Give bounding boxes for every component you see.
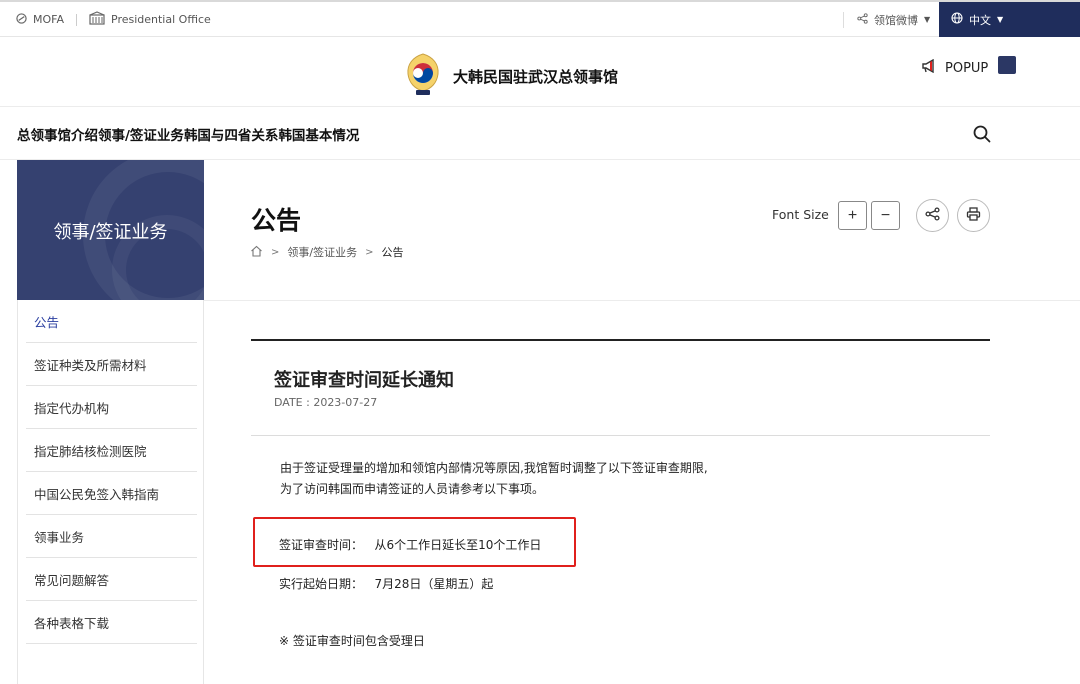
nav-item-korea-basics[interactable]: 韩国基本情况 xyxy=(278,124,359,144)
weibo-link[interactable]: 领馆微博 ▼ xyxy=(857,2,930,37)
paragraph-line: 为了访问韩国而申请签证的人员请参考以下事项。 xyxy=(280,482,545,496)
font-increase-button[interactable]: + xyxy=(838,201,867,230)
share-icon xyxy=(857,12,868,27)
page-title: 公告 xyxy=(251,206,302,235)
emblem-icon xyxy=(403,51,443,101)
nav-item-korea-relations[interactable]: 韩国与四省关系 xyxy=(184,124,279,144)
home-icon[interactable] xyxy=(250,245,263,260)
font-decrease-button[interactable]: − xyxy=(871,201,900,230)
share-icon xyxy=(925,207,940,224)
article-title: 签证审查时间延长通知 xyxy=(274,370,454,391)
divider xyxy=(251,435,990,436)
sidebar-item-notice[interactable]: 公告 xyxy=(26,300,197,343)
review-time-row: 签证审查时间： 从6个工作日延长至10个工作日 xyxy=(279,536,541,553)
sidebar-menu: 公告 签证种类及所需材料 指定代办机构 指定肺结核检测医院 中国公民免签入韩指南… xyxy=(17,300,204,684)
mofa-icon xyxy=(16,12,27,27)
search-icon[interactable] xyxy=(972,124,992,144)
sidebar-banner-title: 领事/签证业务 xyxy=(53,222,168,243)
article-top-border xyxy=(251,339,990,341)
megaphone-icon xyxy=(921,58,937,77)
print-button[interactable] xyxy=(957,199,990,232)
popup-count-badge xyxy=(998,56,1017,74)
presidential-office-icon xyxy=(89,11,105,28)
breadcrumb: > 领事/签证业务 > 公告 xyxy=(250,244,404,260)
sidebar-item-visa-types[interactable]: 签证种类及所需材料 xyxy=(26,343,197,386)
site-logo-link[interactable]: 大韩民国驻武汉总领事馆 xyxy=(403,51,618,101)
site-title: 大韩民国驻武汉总领事馆 xyxy=(453,67,619,86)
divider xyxy=(76,14,77,26)
language-label: 中文 xyxy=(969,13,991,27)
paragraph-line: 由于签证受理量的增加和领馆内部情况等原因,我馆暂时调整了以下签证审查期限, xyxy=(280,461,708,475)
divider xyxy=(204,300,1080,301)
presidential-office-link[interactable]: Presidential Office xyxy=(89,2,211,37)
chevron-down-icon: ▼ xyxy=(924,15,931,24)
mofa-link[interactable]: MOFA xyxy=(16,2,64,37)
sidebar-item-visa-free-guide[interactable]: 中国公民免签入韩指南 xyxy=(26,472,197,515)
weibo-label: 领馆微博 xyxy=(874,13,918,27)
share-button[interactable] xyxy=(916,199,949,232)
article-note: ※ 签证审查时间包含受理日 xyxy=(279,634,425,648)
chevron-down-icon: ▼ xyxy=(997,15,1004,24)
presidential-office-label: Presidential Office xyxy=(111,13,211,26)
font-size-label: Font Size xyxy=(772,207,829,222)
breadcrumb-item[interactable]: 领事/签证业务 xyxy=(287,244,357,260)
main-navigation: 总领事馆介绍 领事/签证业务 韩国与四省关系 韩国基本情况 xyxy=(0,107,1080,160)
sidebar-item-faq[interactable]: 常见问题解答 xyxy=(26,558,197,601)
popup-label: POPUP xyxy=(945,60,989,76)
language-selector[interactable]: 中文 ▼ xyxy=(939,2,1080,37)
sidebar-item-consular-services[interactable]: 领事业务 xyxy=(26,515,197,558)
nav-item-consulate-intro[interactable]: 总领事馆介绍 xyxy=(17,124,98,144)
chevron-right-icon: > xyxy=(271,246,280,258)
sidebar-item-tb-hospitals[interactable]: 指定肺结核检测医院 xyxy=(26,429,197,472)
breadcrumb-current: 公告 xyxy=(381,246,404,259)
sidebar-item-forms-download[interactable]: 各种表格下载 xyxy=(26,601,197,644)
divider xyxy=(843,12,844,28)
start-date-value: 7月28日（星期五）起 xyxy=(374,577,494,591)
start-date-label: 实行起始日期： xyxy=(279,577,364,591)
globe-icon xyxy=(951,12,963,27)
article-paragraph: 由于签证受理量的增加和领馆内部情况等原因,我馆暂时调整了以下签证审查期限, 为了… xyxy=(280,458,708,500)
start-date-row: 实行起始日期： 7月28日（星期五）起 xyxy=(279,575,493,592)
chevron-right-icon: > xyxy=(365,246,374,258)
review-time-label: 签证审查时间： xyxy=(279,538,364,552)
site-header: 大韩民国驻武汉总领事馆 POPUP xyxy=(0,37,1080,107)
sidebar-item-agencies[interactable]: 指定代办机构 xyxy=(26,386,197,429)
print-icon xyxy=(966,207,981,224)
review-time-value: 从6个工作日延长至10个工作日 xyxy=(374,538,542,552)
mofa-label: MOFA xyxy=(33,13,64,26)
nav-item-consular-visa[interactable]: 领事/签证业务 xyxy=(98,124,184,144)
article-date: DATE : 2023-07-27 xyxy=(274,396,378,409)
top-utility-bar: MOFA Presidential Office 领馆微博 ▼ 中文 ▼ xyxy=(0,0,1080,37)
sidebar-banner: 领事/签证业务 xyxy=(17,160,204,300)
popup-button[interactable]: POPUP xyxy=(921,56,1017,77)
nav-menu: 总领事馆介绍 领事/签证业务 韩国与四省关系 韩国基本情况 xyxy=(17,124,359,144)
